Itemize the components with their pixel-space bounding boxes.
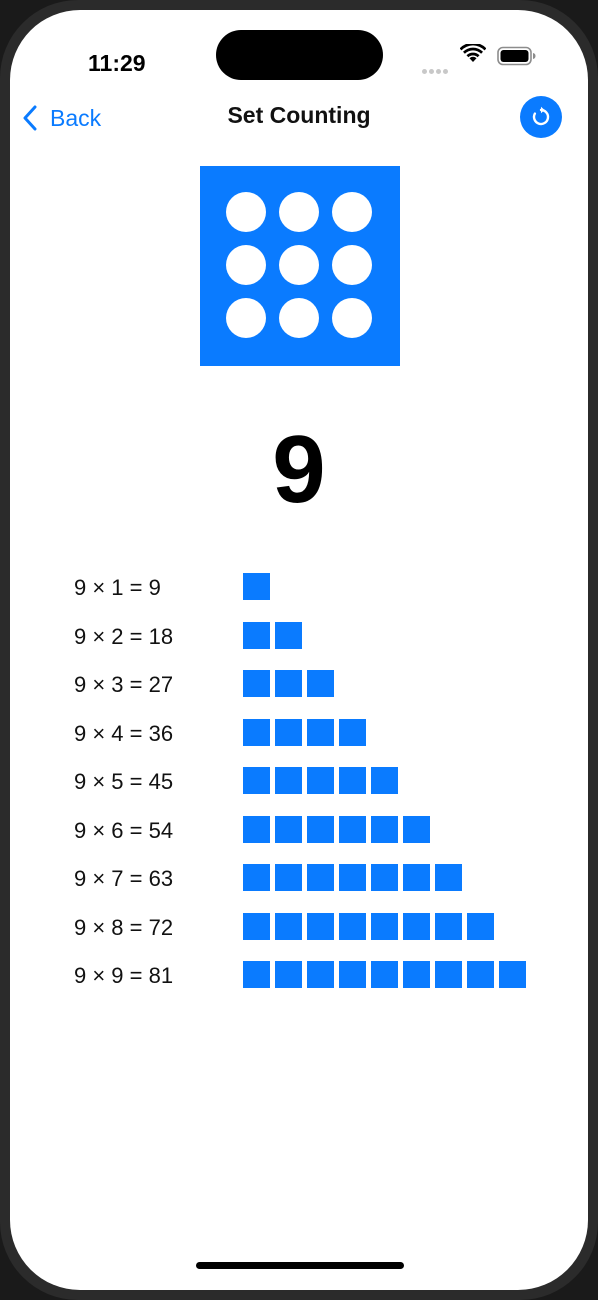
- equation-label: 9 × 5 = 45: [74, 769, 174, 794]
- block-group: [243, 815, 435, 843]
- count-block: [435, 864, 462, 891]
- dot: [332, 192, 372, 232]
- count-block: [339, 961, 366, 988]
- signal-dots-icon: [422, 61, 450, 79]
- dot: [332, 298, 372, 338]
- dot: [226, 298, 266, 338]
- dynamic-island: [216, 30, 383, 80]
- block-group: [243, 718, 371, 746]
- block-group: [243, 621, 307, 649]
- block-group: [243, 864, 467, 891]
- equation-label: 9 × 8 = 72: [74, 914, 174, 940]
- count-block: [403, 864, 430, 891]
- back-label: Back: [50, 104, 102, 131]
- current-number: 9: [272, 416, 326, 523]
- dot: [226, 192, 266, 232]
- refresh-icon: [532, 106, 550, 126]
- home-indicator[interactable]: [196, 1262, 404, 1269]
- dot-pattern-card: [200, 166, 400, 366]
- count-block: [339, 864, 366, 891]
- dot: [226, 245, 266, 285]
- count-block: [499, 961, 526, 988]
- equation-label: 9 × 1 = 9: [74, 575, 161, 600]
- block-group: [243, 767, 403, 794]
- wifi-icon: [460, 44, 486, 62]
- equation-label: 9 × 4 = 36: [74, 720, 174, 746]
- count-block: [339, 767, 366, 794]
- block-group: [243, 912, 499, 940]
- battery-icon: [497, 46, 536, 66]
- refresh-button[interactable]: [520, 96, 562, 138]
- device-frame: 11:29 Back Set Counting 9 9 × 1 = 9 9 × …: [0, 0, 598, 1300]
- dot: [279, 192, 319, 232]
- count-block: [371, 864, 398, 891]
- block-group: [243, 670, 339, 697]
- block-group: [243, 573, 275, 600]
- count-block: [243, 621, 270, 649]
- count-block: [275, 864, 302, 891]
- count-block: [307, 670, 334, 697]
- chevron-left-icon: [23, 105, 37, 131]
- count-block: [243, 864, 270, 891]
- equation-label: 9 × 7 = 63: [74, 866, 174, 891]
- count-block: [339, 912, 366, 940]
- count-block: [435, 912, 462, 940]
- dot: [279, 245, 319, 285]
- count-block: [275, 815, 302, 843]
- count-block: [467, 961, 494, 988]
- count-block: [307, 767, 334, 794]
- count-block: [243, 815, 270, 843]
- count-block: [467, 912, 494, 940]
- count-block: [307, 912, 334, 940]
- block-group: [243, 961, 531, 988]
- count-block: [371, 767, 398, 794]
- count-block: [243, 912, 270, 940]
- count-block: [371, 961, 398, 988]
- count-block: [403, 815, 430, 843]
- back-button[interactable]: Back: [22, 98, 101, 138]
- count-block: [275, 718, 302, 746]
- count-block: [403, 961, 430, 988]
- screen: 11:29 Back Set Counting 9 9 × 1 = 9 9 × …: [10, 10, 588, 1290]
- status-time: 11:29: [88, 50, 146, 76]
- equation-label: 9 × 3 = 27: [74, 672, 174, 697]
- count-block: [243, 718, 270, 746]
- dot: [332, 245, 372, 285]
- count-block: [307, 718, 334, 746]
- count-block: [243, 670, 270, 697]
- count-block: [307, 961, 334, 988]
- count-block: [339, 718, 366, 746]
- count-block: [307, 815, 334, 843]
- count-block: [243, 573, 270, 600]
- count-block: [275, 621, 302, 649]
- count-block: [403, 912, 430, 940]
- count-block: [275, 912, 302, 940]
- count-block: [339, 815, 366, 843]
- equation-label: 9 × 9 = 81: [74, 963, 174, 988]
- page-title: Set Counting: [227, 102, 371, 128]
- count-block: [435, 961, 462, 988]
- count-block: [275, 961, 302, 988]
- count-block: [275, 767, 302, 794]
- count-block: [243, 767, 270, 794]
- equation-label: 9 × 6 = 54: [74, 817, 174, 843]
- count-block: [307, 864, 334, 891]
- count-block: [371, 912, 398, 940]
- count-block: [275, 670, 302, 697]
- count-block: [371, 815, 398, 843]
- equation-label: 9 × 2 = 18: [74, 623, 174, 649]
- count-block: [243, 961, 270, 988]
- dot: [279, 298, 319, 338]
